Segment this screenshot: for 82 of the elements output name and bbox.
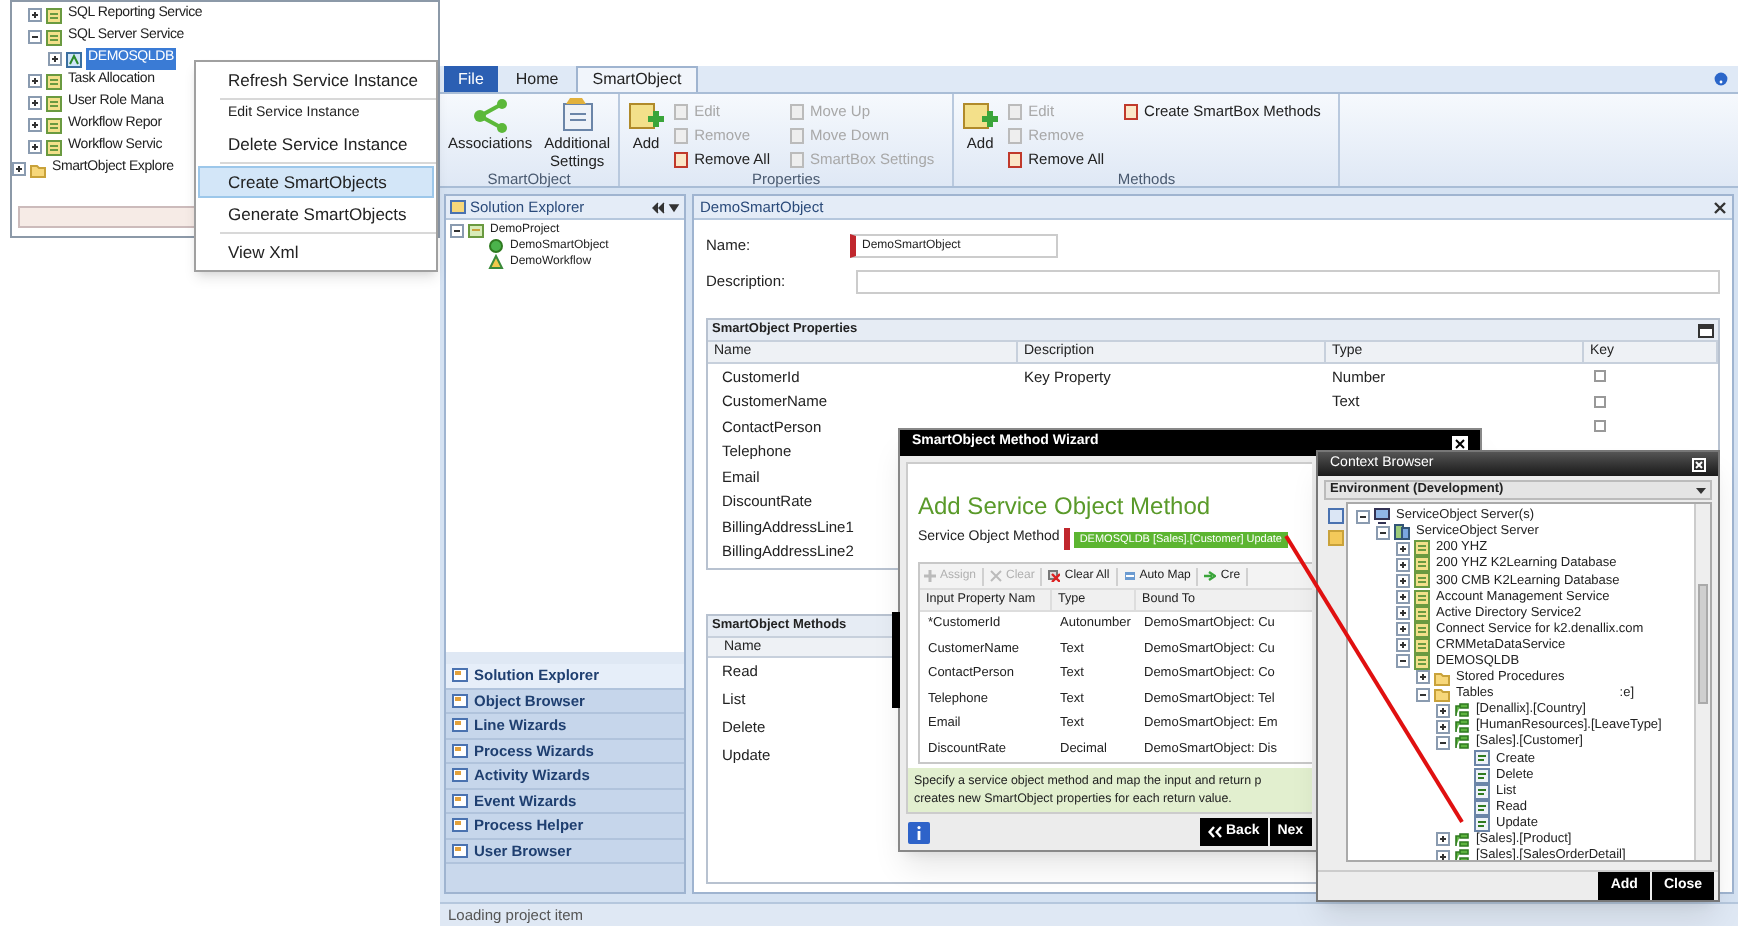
service-icon	[46, 117, 62, 133]
expand-icon[interactable]	[1396, 606, 1410, 621]
help-icon	[1714, 72, 1728, 86]
document-icon	[1124, 103, 1139, 119]
expand-icon[interactable]	[1416, 670, 1430, 685]
associations-icon	[472, 98, 509, 134]
menu-item[interactable]: Create SmartObjects	[198, 166, 434, 198]
settings-icon	[559, 98, 596, 134]
service-icon	[46, 139, 62, 155]
maximize-icon	[1452, 435, 1468, 451]
project-icon	[468, 222, 484, 238]
ribbon-tab[interactable]: Home	[501, 66, 573, 92]
close-icon	[1714, 201, 1726, 213]
collapse-icon[interactable]	[1356, 509, 1370, 524]
panel-icon	[452, 718, 468, 733]
panel-icon	[452, 668, 468, 683]
collapse-icon[interactable]	[28, 30, 42, 44]
expand-icon[interactable]	[28, 74, 42, 88]
checkbox[interactable]	[1594, 420, 1606, 433]
expand-icon[interactable]	[28, 96, 42, 110]
menu-item[interactable]: Delete Service Instance	[198, 128, 434, 160]
expand-icon[interactable]	[1396, 638, 1410, 653]
server-icon	[1394, 524, 1410, 541]
collapse-icon[interactable]	[1396, 654, 1410, 669]
menu-item[interactable]: View Xml	[198, 236, 434, 268]
checkbox[interactable]	[1594, 370, 1606, 383]
description-field[interactable]	[856, 270, 1720, 294]
panel-icon	[452, 693, 468, 708]
panel-icon	[452, 843, 468, 858]
clear-icon	[1048, 570, 1061, 582]
database-icon	[66, 51, 82, 67]
expand-icon[interactable]	[28, 140, 42, 154]
expand-icon[interactable]	[1396, 590, 1410, 605]
panel-icon	[452, 743, 468, 758]
panel-icon	[452, 768, 468, 783]
add-icon	[962, 98, 999, 134]
expand-icon[interactable]	[1396, 573, 1410, 588]
plus-icon	[924, 570, 936, 582]
collapse-panel-icon	[652, 201, 680, 213]
workflow-icon	[488, 254, 504, 270]
cross-icon	[990, 570, 1003, 582]
menu-item[interactable]: Refresh Service Instance	[198, 64, 434, 96]
service-icon	[46, 29, 62, 45]
menu-item[interactable]: Generate SmartObjects	[198, 198, 434, 230]
expand-icon[interactable]	[28, 8, 42, 22]
service-icon	[46, 73, 62, 89]
expand-icon[interactable]	[1396, 557, 1410, 572]
wizard-heading: Add Service Object Method	[918, 490, 1211, 524]
smartobject-icon	[488, 238, 504, 254]
expand-icon[interactable]	[48, 52, 62, 66]
collapse-icon[interactable]	[1436, 735, 1450, 750]
expand-icon[interactable]	[1396, 622, 1410, 637]
service-icon	[46, 95, 62, 111]
info-icon	[908, 821, 930, 843]
collapse-icon[interactable]	[1416, 687, 1430, 702]
panel-icon	[452, 818, 468, 833]
maximize-icon	[1692, 457, 1706, 471]
scrollbar-thumb[interactable]	[1698, 584, 1708, 704]
service-icon	[46, 7, 62, 23]
map-icon	[1123, 570, 1136, 582]
checkbox[interactable]	[1594, 395, 1606, 408]
double-chevron-icon	[1208, 826, 1222, 838]
collapse-icon[interactable]	[450, 223, 464, 237]
expand-icon[interactable]	[1436, 703, 1450, 718]
panel-icon	[450, 200, 466, 214]
window-icon	[1698, 323, 1714, 337]
expand-icon[interactable]	[1436, 719, 1450, 734]
expand-icon[interactable]	[1436, 849, 1450, 860]
collapse-icon[interactable]	[1376, 525, 1390, 540]
panel-icon	[452, 793, 468, 808]
expand-icon[interactable]	[12, 162, 26, 176]
collapse-handle[interactable]	[892, 612, 900, 708]
folder-icon	[30, 161, 46, 177]
dropdown-icon	[1696, 487, 1706, 493]
add-icon	[628, 98, 665, 134]
server-icon	[1374, 508, 1390, 525]
arrow-icon	[1204, 570, 1217, 582]
expand-icon[interactable]	[1396, 541, 1410, 556]
ribbon-tab[interactable]: File	[444, 66, 498, 92]
expand-icon[interactable]	[28, 118, 42, 132]
expand-icon[interactable]	[1436, 832, 1450, 847]
ribbon-tab[interactable]: SmartObject	[576, 66, 698, 92]
